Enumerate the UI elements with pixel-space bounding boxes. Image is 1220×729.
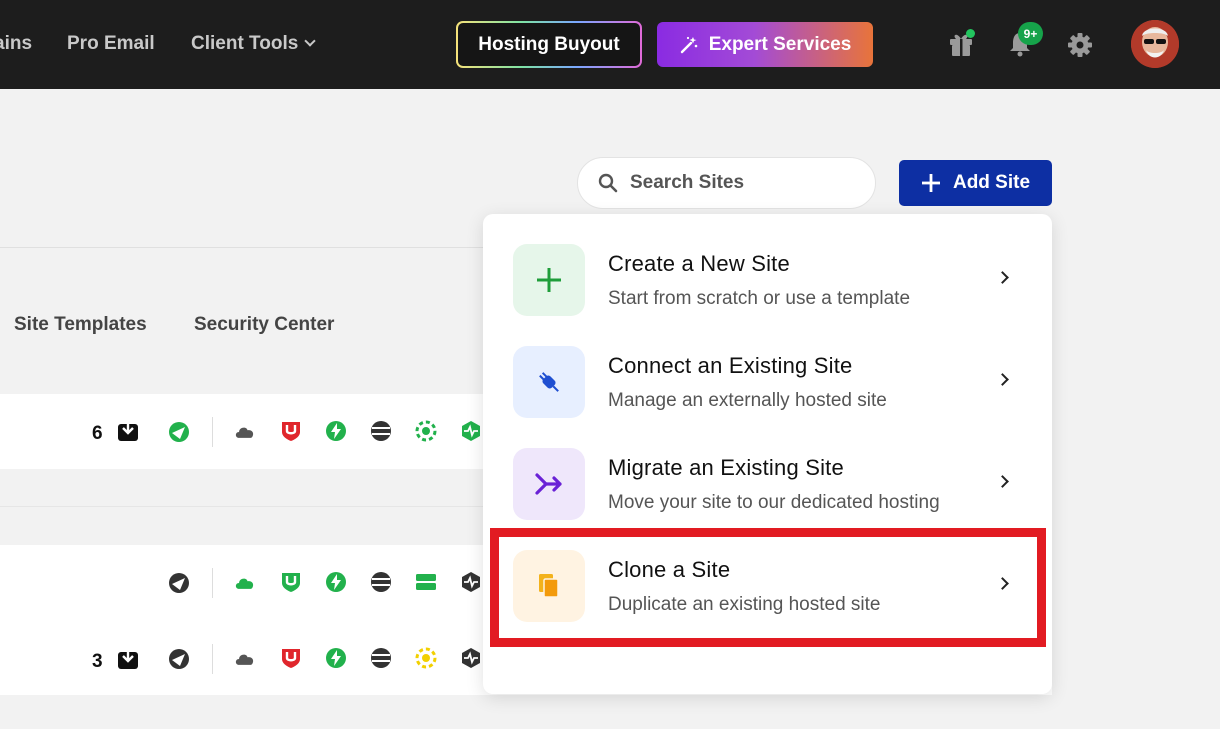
notification-badge: 9+: [1018, 22, 1043, 45]
menu-item-title: Connect an Existing Site: [608, 353, 853, 378]
menu-item-subtitle: Manage an externally hosted site: [608, 390, 887, 411]
header-divider: [0, 247, 490, 248]
row-divider: [212, 417, 213, 447]
server-icon[interactable]: [415, 571, 437, 593]
chevron-down-icon: [304, 35, 316, 47]
hosting-buyout-button[interactable]: Hosting Buyout: [456, 21, 642, 68]
site-health-icon[interactable]: [168, 421, 190, 443]
chevron-right-icon: [996, 475, 1009, 488]
nav-client-tools-label: Client Tools: [191, 33, 299, 54]
top-navigation-bar: ains Pro Email Client Tools Hosting Buyo…: [0, 0, 1220, 89]
menu-item-subtitle: Move your site to our dedicated hosting: [608, 492, 940, 513]
site-row: 6: [0, 394, 500, 469]
activity-pulse-icon[interactable]: [460, 420, 482, 442]
nav-domains[interactable]: ains: [0, 33, 32, 55]
cloud-icon[interactable]: [234, 421, 256, 443]
menu-item-title: Create a New Site: [608, 251, 790, 276]
nav-client-tools[interactable]: Client Tools: [191, 33, 316, 55]
create-site-tile: [513, 244, 585, 316]
performance-bolt-icon[interactable]: [325, 420, 347, 442]
uptime-monitor-icon[interactable]: [415, 647, 437, 669]
chevron-right-icon: [996, 373, 1009, 386]
uptime-monitor-icon[interactable]: [415, 420, 437, 442]
connect-site-tile: [513, 346, 585, 418]
activity-pulse-icon[interactable]: [460, 571, 482, 593]
add-site-label: Add Site: [952, 172, 1031, 193]
magic-wand-icon: [680, 36, 698, 53]
user-avatar[interactable]: [1131, 20, 1179, 68]
hosting-buyout-label: Hosting Buyout: [458, 23, 640, 66]
menu-item-create-site[interactable]: Create a New Site Start from scratch or …: [483, 214, 1052, 316]
add-site-button[interactable]: Add Site: [899, 160, 1052, 206]
menu-item-migrate-site[interactable]: Migrate an Existing Site Move your site …: [483, 418, 1052, 520]
section-divider: [0, 506, 490, 507]
cloud-icon[interactable]: [234, 648, 256, 670]
plus-icon: [537, 268, 561, 292]
expert-services-label: Expert Services: [708, 33, 852, 55]
plus-icon: [921, 174, 940, 192]
search-sites-field[interactable]: [577, 157, 876, 209]
menu-item-subtitle: Start from scratch or use a template: [608, 288, 911, 309]
database-icon[interactable]: [370, 420, 392, 442]
menu-item-connect-site[interactable]: Connect an Existing Site Manage an exter…: [483, 316, 1052, 418]
security-shield-icon[interactable]: [280, 647, 302, 669]
download-icon[interactable]: [117, 420, 139, 442]
activity-pulse-icon[interactable]: [460, 647, 482, 669]
backup-count: 3: [92, 651, 103, 672]
database-icon[interactable]: [370, 647, 392, 669]
merge-arrow-icon: [535, 473, 562, 495]
security-shield-icon[interactable]: [280, 420, 302, 442]
cloud-icon[interactable]: [234, 572, 256, 594]
search-sites-input[interactable]: [630, 172, 850, 194]
download-icon[interactable]: [117, 648, 139, 670]
site-health-icon[interactable]: [168, 572, 190, 594]
database-icon[interactable]: [370, 571, 392, 593]
performance-bolt-icon[interactable]: [325, 571, 347, 593]
security-shield-icon[interactable]: [280, 571, 302, 593]
tab-site-templates[interactable]: Site Templates: [14, 314, 147, 336]
expert-services-button[interactable]: Expert Services: [657, 22, 873, 67]
menu-item-title: Migrate an Existing Site: [608, 455, 844, 480]
plug-icon: [539, 372, 559, 392]
backup-count: 6: [92, 423, 103, 444]
settings-gear-icon[interactable]: [1067, 31, 1093, 59]
clone-site-highlight-box: [490, 528, 1046, 647]
site-row: [0, 545, 500, 620]
migrate-site-tile: [513, 448, 585, 520]
site-health-icon[interactable]: [168, 648, 190, 670]
chevron-right-icon: [996, 271, 1009, 284]
performance-bolt-icon[interactable]: [325, 647, 347, 669]
gift-status-dot: [966, 29, 975, 38]
tab-security-center[interactable]: Security Center: [194, 314, 334, 336]
row-divider: [212, 644, 213, 674]
search-icon: [598, 173, 618, 193]
row-divider: [212, 568, 213, 598]
avatar-portrait: [1131, 20, 1179, 68]
nav-pro-email[interactable]: Pro Email: [67, 33, 155, 55]
